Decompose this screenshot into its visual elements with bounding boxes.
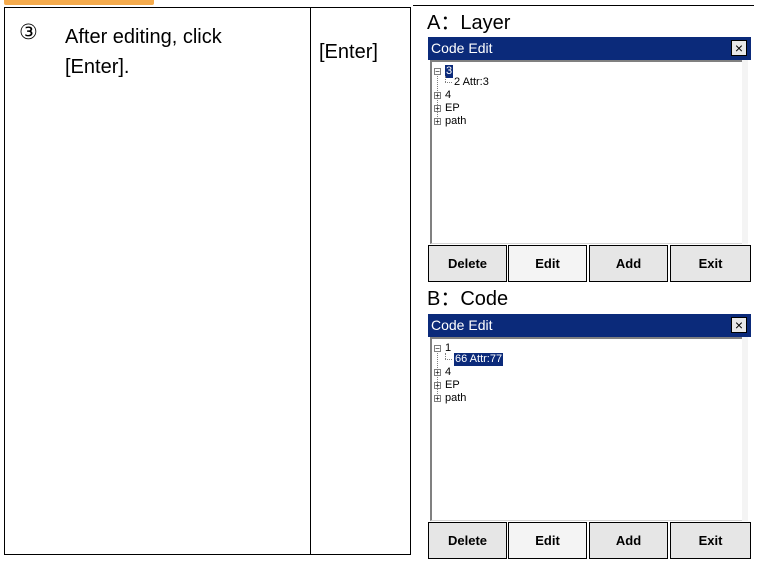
tree-node-label: path: [445, 115, 467, 127]
scrollbar[interactable]: [742, 60, 748, 244]
edit-button[interactable]: Edit: [508, 522, 587, 559]
exit-button[interactable]: Exit: [670, 522, 751, 559]
button-bar: Delete Edit Add Exit: [428, 521, 751, 561]
tree-node-label: EP: [445, 379, 460, 391]
add-button[interactable]: Add: [589, 245, 668, 282]
panel-a-label: A：Layer: [427, 12, 511, 34]
expand-icon[interactable]: +: [434, 382, 441, 390]
column-divider: [310, 8, 311, 554]
code-edit-window-b: Code Edit × − 1 66 Attr:77 + 4 + EP + pa…: [428, 314, 751, 561]
close-button[interactable]: ×: [731, 317, 747, 333]
button-bar: Delete Edit Add Exit: [428, 244, 751, 284]
step-table-row: ③ After editing, click [Enter]. [Enter]: [4, 7, 411, 555]
code-tree: − 3 2 Attr:3 + 4 + EP + path: [430, 60, 748, 244]
scrollbar[interactable]: [742, 337, 748, 521]
tree-node-label: EP: [445, 102, 460, 114]
top-rule: [413, 5, 754, 6]
delete-button[interactable]: Delete: [428, 245, 507, 282]
tree-line: [445, 359, 452, 360]
expand-icon[interactable]: +: [434, 369, 441, 377]
step-number: ③: [19, 21, 38, 44]
tree-node-label: path: [445, 392, 467, 404]
cutoff-heading-fragment: [4, 0, 214, 6]
exit-button[interactable]: Exit: [670, 245, 751, 282]
column-divider: [410, 8, 411, 554]
title-bar: Code Edit ×: [428, 314, 751, 337]
tree-node-label: 66 Attr:77: [454, 353, 504, 366]
edit-button[interactable]: Edit: [508, 245, 587, 282]
tree-node-label: 2 Attr:3: [454, 76, 489, 88]
collapse-icon[interactable]: −: [434, 68, 441, 76]
step-instruction: After editing, click [Enter].: [65, 26, 222, 78]
tree-node-label: 4: [445, 89, 452, 101]
window-title: Code Edit: [431, 317, 493, 333]
close-button[interactable]: ×: [731, 40, 747, 56]
code-tree: − 1 66 Attr:77 + 4 + EP + path: [430, 337, 748, 521]
title-bar: Code Edit ×: [428, 37, 751, 60]
panel-b-label: B：Code: [427, 288, 509, 310]
delete-button[interactable]: Delete: [428, 522, 507, 559]
window-title: Code Edit: [431, 40, 493, 56]
collapse-icon[interactable]: −: [434, 345, 441, 353]
tree-node-label: 3: [445, 65, 454, 78]
code-edit-window-a: Code Edit × − 3 2 Attr:3 + 4 + EP + path…: [428, 37, 751, 284]
expand-icon[interactable]: +: [434, 105, 441, 113]
expand-icon[interactable]: +: [434, 92, 441, 100]
tree-line: [445, 82, 452, 83]
expand-icon[interactable]: +: [434, 395, 441, 403]
step-key: [Enter]: [319, 41, 378, 63]
add-button[interactable]: Add: [589, 522, 668, 559]
expand-icon[interactable]: +: [434, 118, 441, 126]
tree-node-label: 4: [445, 366, 452, 378]
